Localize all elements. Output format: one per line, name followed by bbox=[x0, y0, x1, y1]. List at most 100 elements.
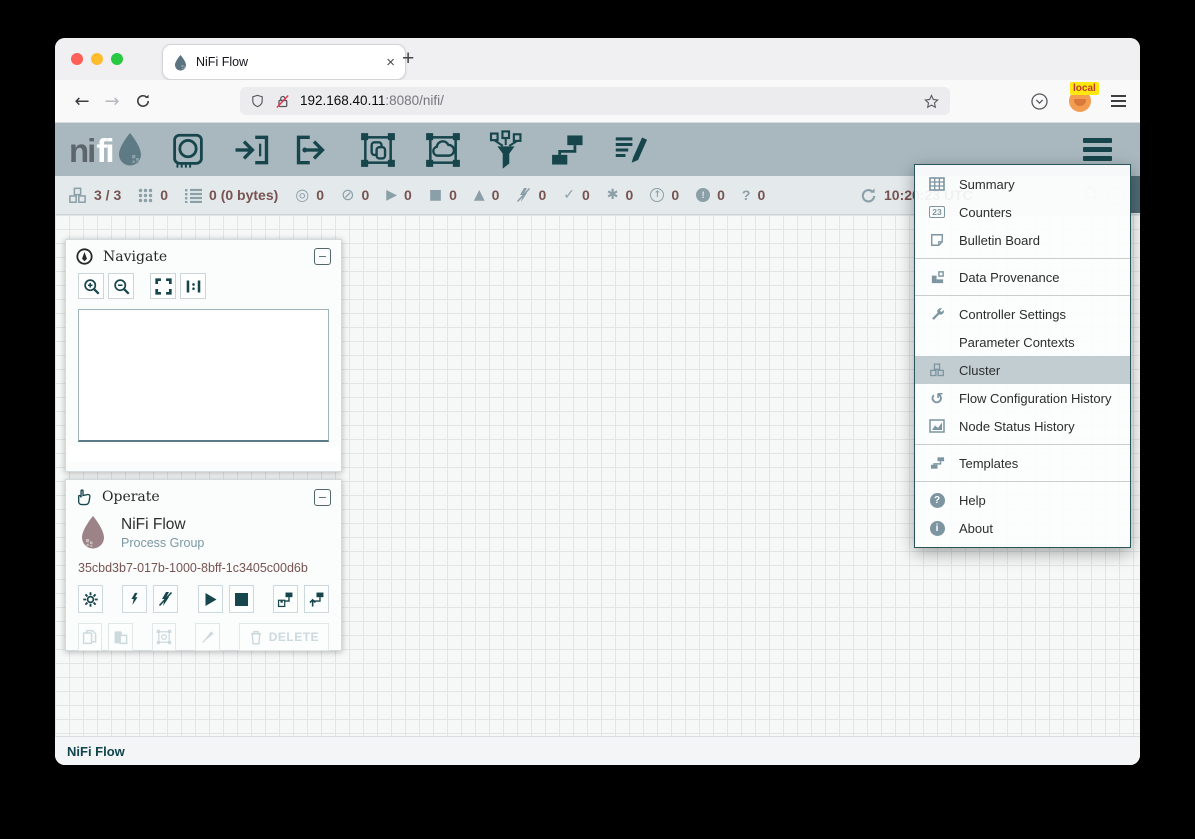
counters-icon: 23 bbox=[929, 206, 945, 218]
refresh-icon[interactable] bbox=[860, 187, 877, 204]
funnel-draggable-icon[interactable] bbox=[488, 130, 524, 170]
copy-button[interactable] bbox=[78, 623, 102, 651]
about-icon: i bbox=[930, 521, 945, 536]
remote-process-group-draggable-icon[interactable] bbox=[423, 131, 463, 169]
configure-button[interactable] bbox=[78, 585, 103, 613]
menu-item-help[interactable]: ? Help bbox=[915, 486, 1130, 514]
group-button[interactable] bbox=[152, 623, 176, 651]
fill-color-button[interactable] bbox=[195, 623, 219, 651]
forward-icon[interactable]: → bbox=[97, 91, 127, 112]
delete-button-label: DELETE bbox=[269, 630, 319, 644]
menu-item-cluster[interactable]: Cluster bbox=[915, 356, 1130, 384]
pocket-icon[interactable] bbox=[1030, 92, 1049, 111]
locally-modified-asterisk-icon: ✱ bbox=[607, 188, 619, 202]
menu-item-summary[interactable]: Summary bbox=[915, 170, 1130, 198]
global-menu-button[interactable] bbox=[1083, 138, 1112, 161]
data-provenance-icon bbox=[930, 270, 945, 285]
menu-item-data-provenance[interactable]: Data Provenance bbox=[915, 263, 1130, 291]
operate-panel: Operate − NiFi Flow Process Group 35cbd3… bbox=[65, 479, 342, 651]
disable-button[interactable] bbox=[153, 585, 178, 613]
enable-button[interactable] bbox=[122, 585, 147, 613]
menu-item-counters[interactable]: 23 Counters bbox=[915, 198, 1130, 226]
bulletin-board-icon bbox=[930, 233, 944, 247]
upload-template-button[interactable] bbox=[304, 585, 329, 613]
close-window-button[interactable] bbox=[71, 53, 83, 65]
breadcrumb[interactable]: NiFi Flow bbox=[67, 744, 125, 759]
process-group-draggable-icon[interactable] bbox=[358, 131, 398, 169]
cluster-icon bbox=[68, 187, 87, 204]
reload-icon[interactable] bbox=[135, 93, 151, 109]
summary-table-icon bbox=[929, 177, 945, 191]
processor-draggable-icon[interactable] bbox=[169, 131, 207, 169]
stale-up-arrow-icon: ↑ bbox=[650, 188, 664, 202]
url-bar[interactable]: 192.168.40.11:8080/nifi/ bbox=[240, 87, 950, 115]
stopped-icon: ■ bbox=[429, 188, 442, 202]
menu-item-templates[interactable]: Templates bbox=[915, 449, 1130, 477]
bookmark-star-icon[interactable] bbox=[923, 93, 940, 110]
save-template-button[interactable] bbox=[273, 585, 298, 613]
stat-threads: 0 bbox=[138, 187, 168, 203]
back-icon[interactable]: ← bbox=[67, 91, 97, 112]
menu-item-controller-settings[interactable]: Controller Settings bbox=[915, 300, 1130, 328]
stat-stopped: ■ 0 bbox=[429, 187, 457, 203]
input-port-draggable-icon[interactable] bbox=[232, 131, 270, 169]
transmitting-count: 0 bbox=[316, 187, 324, 203]
output-port-draggable-icon[interactable] bbox=[295, 131, 333, 169]
wrench-icon bbox=[930, 307, 945, 322]
tab-strip: NiFi Flow × + bbox=[55, 38, 1140, 80]
new-tab-button[interactable]: + bbox=[402, 47, 414, 71]
firefox-menu-icon[interactable] bbox=[1111, 95, 1126, 107]
navigate-collapse-button[interactable]: − bbox=[314, 248, 331, 265]
paste-button[interactable] bbox=[108, 623, 132, 651]
shield-permissions-icon[interactable] bbox=[250, 93, 265, 109]
transmitting-icon: ◎ bbox=[295, 187, 309, 203]
stat-not-transmitting: ⊘ 0 bbox=[341, 187, 369, 203]
node-status-history-icon bbox=[929, 419, 945, 433]
zoom-out-button[interactable] bbox=[108, 273, 134, 299]
url-path: :8080/nifi/ bbox=[385, 93, 444, 108]
label-draggable-icon[interactable] bbox=[612, 132, 650, 168]
insecure-lock-icon[interactable] bbox=[274, 93, 291, 110]
stat-disabled: 0 bbox=[516, 187, 546, 203]
navigate-buttons bbox=[66, 269, 341, 299]
tab-close-icon[interactable]: × bbox=[386, 54, 395, 71]
stat-queued: 0 (0 bytes) bbox=[185, 187, 278, 203]
start-button[interactable] bbox=[198, 585, 223, 613]
stat-stale: ↑ 0 bbox=[650, 187, 679, 203]
stop-button[interactable] bbox=[229, 585, 254, 613]
queued-icon bbox=[185, 188, 202, 203]
menu-divider bbox=[915, 258, 1130, 259]
delete-button[interactable]: DELETE bbox=[239, 623, 329, 651]
menu-item-about[interactable]: i About bbox=[915, 514, 1130, 542]
queued-count: 0 (0 bytes) bbox=[209, 187, 278, 203]
zoom-actual-size-button[interactable] bbox=[180, 273, 206, 299]
menu-item-bulletin-board[interactable]: Bulletin Board bbox=[915, 226, 1130, 254]
maximize-window-button[interactable] bbox=[111, 53, 123, 65]
stat-sync-failure: ? 0 bbox=[742, 187, 765, 203]
navigate-title: Navigate bbox=[103, 249, 167, 265]
menu-item-parameter-contexts[interactable]: Parameter Contexts bbox=[915, 328, 1130, 356]
tab-title: NiFi Flow bbox=[196, 55, 378, 69]
stat-cluster: 3 / 3 bbox=[68, 187, 121, 204]
profile-avatar[interactable]: local bbox=[1069, 90, 1091, 112]
zoom-in-button[interactable] bbox=[78, 273, 104, 299]
browser-tab[interactable]: NiFi Flow × bbox=[163, 45, 405, 79]
compass-icon bbox=[76, 248, 93, 265]
menu-item-flow-configuration-history[interactable]: ↺ Flow Configuration History bbox=[915, 384, 1130, 412]
component-name: NiFi Flow bbox=[121, 516, 204, 534]
navbar-right-icons: local bbox=[1030, 80, 1126, 122]
up-to-date-check-icon: ✓ bbox=[563, 188, 575, 202]
up-to-date-count: 0 bbox=[582, 187, 590, 203]
birdseye-minimap[interactable] bbox=[78, 309, 329, 442]
menu-divider bbox=[915, 295, 1130, 296]
zoom-fit-button[interactable] bbox=[150, 273, 176, 299]
operate-title: Operate bbox=[102, 489, 160, 505]
menu-item-node-status-history[interactable]: Node Status History bbox=[915, 412, 1130, 440]
nifi-logo-ni: ni bbox=[69, 133, 94, 169]
operate-collapse-button[interactable]: − bbox=[314, 489, 331, 506]
template-draggable-icon[interactable] bbox=[549, 132, 587, 168]
nifi-logo: nifi bbox=[69, 131, 145, 169]
component-type: Process Group bbox=[121, 536, 204, 550]
operate-actions-row-2: DELETE bbox=[66, 613, 341, 651]
minimize-window-button[interactable] bbox=[91, 53, 103, 65]
